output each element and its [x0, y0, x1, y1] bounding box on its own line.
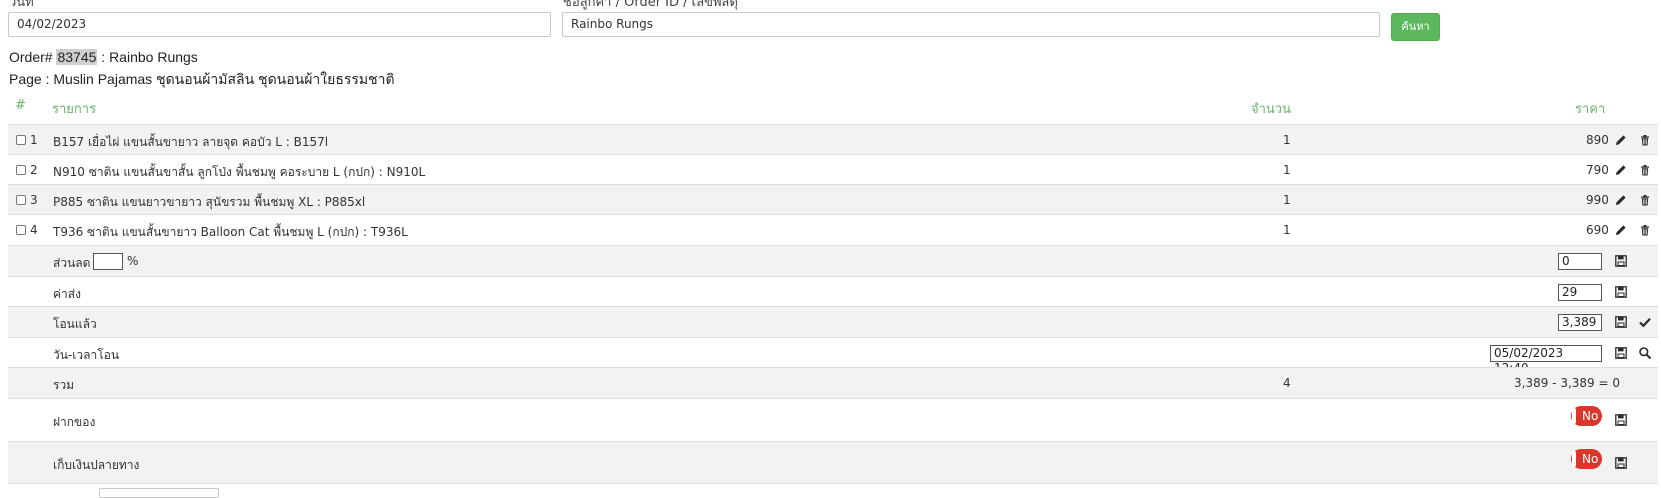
- floppy-icon[interactable]: [1614, 346, 1628, 360]
- trash-icon[interactable]: [1638, 223, 1652, 237]
- item-price: 890: [1586, 133, 1609, 147]
- row-number: 4: [30, 223, 38, 237]
- discount-row: ส่วนลด % 0: [8, 245, 1658, 276]
- col-header-index: #: [15, 98, 26, 113]
- search-button[interactable]: ค้นหา: [1391, 13, 1440, 41]
- floppy-icon[interactable]: [1614, 456, 1628, 470]
- transferred-row: โอนแล้ว 3,389: [8, 306, 1658, 337]
- item-qty: 1: [1283, 223, 1291, 237]
- item-qty: 1: [1283, 163, 1291, 177]
- trash-icon[interactable]: [1638, 163, 1652, 177]
- order-title: Order# 83745 : Rainbo Rungs: [9, 49, 198, 65]
- item-name: T936 ซาติน แขนสั้นขายาว Balloon Cat พื้น…: [53, 225, 408, 239]
- item-qty: 1: [1283, 133, 1291, 147]
- transfer-datetime-input[interactable]: 05/02/2023 12:40: [1490, 345, 1602, 375]
- item-price: 990: [1586, 193, 1609, 207]
- table-row: 2 N910 ซาติน แขนสั้นขาสั้น ลูกโป่ง พื้นช…: [8, 154, 1658, 184]
- pencil-icon[interactable]: [1614, 223, 1628, 237]
- pencil-icon[interactable]: [1614, 133, 1628, 147]
- order-prefix: Order#: [9, 49, 53, 65]
- deposit-label: ฝากของ: [53, 415, 96, 429]
- table-row: 3 P885 ซาติน แขนยาวขายาว สุนัขรวม พื้นชม…: [8, 184, 1658, 214]
- table-row: 4 T936 ซาติน แขนสั้นขายาว Balloon Cat พื…: [8, 214, 1658, 245]
- floppy-icon[interactable]: [1614, 315, 1628, 329]
- row-number: 2: [30, 163, 38, 177]
- total-label: รวม: [53, 378, 75, 392]
- order-customer: : Rainbo Rungs: [101, 49, 198, 65]
- customer-search-input[interactable]: Rainbo Rungs: [562, 12, 1380, 37]
- toggle-knob: [1572, 408, 1576, 424]
- floppy-icon[interactable]: [1614, 285, 1628, 299]
- deposit-toggle[interactable]: No: [1571, 406, 1602, 426]
- item-price: 790: [1586, 163, 1609, 177]
- toggle-label: No: [1582, 452, 1599, 466]
- shipping-input[interactable]: 29: [1558, 284, 1602, 301]
- pencil-icon[interactable]: [1614, 193, 1628, 207]
- order-page: Page : Muslin Pajamas ชุดนอนผ้ามัสลิน ชุ…: [9, 71, 395, 87]
- cod-label: เก็บเงินปลายทาง: [53, 458, 140, 472]
- discount-label: ส่วนลด: [53, 256, 91, 270]
- table-row: 1 B157 เยื่อไผ่ แขนสั้นขายาว ลายจุด คอบั…: [8, 124, 1658, 154]
- cod-toggle[interactable]: No: [1571, 449, 1602, 469]
- total-qty: 4: [1283, 376, 1291, 390]
- col-header-item: รายการ: [52, 102, 97, 117]
- item-name: P885 ซาติน แขนยาวขายาว สุนัขรวม พื้นชมพู…: [53, 195, 366, 209]
- discount-percent-input[interactable]: [93, 253, 123, 270]
- floppy-icon[interactable]: [1614, 413, 1628, 427]
- discount-amount-input[interactable]: 0: [1558, 253, 1602, 270]
- item-name: N910 ซาติน แขนสั้นขาสั้น ลูกโป่ง พื้นชมพ…: [53, 165, 426, 179]
- date-input[interactable]: 04/02/2023: [8, 12, 551, 37]
- transfer-datetime-label: วัน-เวลาโอน: [53, 348, 120, 362]
- item-price: 690: [1586, 223, 1609, 237]
- percent-sign: %: [127, 254, 139, 268]
- row-checkbox[interactable]: [16, 165, 26, 175]
- row-checkbox[interactable]: [16, 225, 26, 235]
- check-icon[interactable]: [1638, 315, 1652, 329]
- deposit-row: ฝากของ No: [8, 398, 1658, 441]
- transferred-label: โอนแล้ว: [53, 317, 97, 331]
- magnifier-icon[interactable]: [1638, 346, 1652, 360]
- shipping-row: ค่าส่ง 29: [8, 276, 1658, 306]
- item-name: B157 เยื่อไผ่ แขนสั้นขายาว ลายจุด คอบัว …: [53, 135, 329, 149]
- toggle-knob: [1572, 451, 1576, 467]
- order-id: 83745: [56, 49, 98, 65]
- transferred-input[interactable]: 3,389: [1558, 314, 1602, 331]
- partial-input[interactable]: [99, 488, 219, 498]
- floppy-icon[interactable]: [1614, 254, 1628, 268]
- row-number: 1: [30, 133, 38, 147]
- cod-row: เก็บเงินปลายทาง No: [8, 441, 1658, 484]
- trash-icon[interactable]: [1638, 133, 1652, 147]
- trash-icon[interactable]: [1638, 193, 1652, 207]
- total-row: รวม 4 3,389 - 3,389 = 0: [8, 367, 1658, 398]
- row-checkbox[interactable]: [16, 135, 26, 145]
- col-header-qty: จำนวน: [1251, 102, 1291, 117]
- date-label: วันที่: [9, 0, 34, 10]
- total-summary: 3,389 - 3,389 = 0: [1514, 376, 1620, 390]
- customer-search-label: ชื่อลูกค้า / Order ID / เลขพัสดุ: [563, 0, 738, 10]
- item-qty: 1: [1283, 193, 1291, 207]
- col-header-price: ราคา: [1575, 102, 1606, 117]
- shipping-label: ค่าส่ง: [53, 287, 81, 301]
- transfer-datetime-row: วัน-เวลาโอน 05/02/2023 12:40: [8, 337, 1658, 375]
- row-number: 3: [30, 193, 38, 207]
- pencil-icon[interactable]: [1614, 163, 1628, 177]
- toggle-label: No: [1582, 409, 1599, 423]
- row-checkbox[interactable]: [16, 195, 26, 205]
